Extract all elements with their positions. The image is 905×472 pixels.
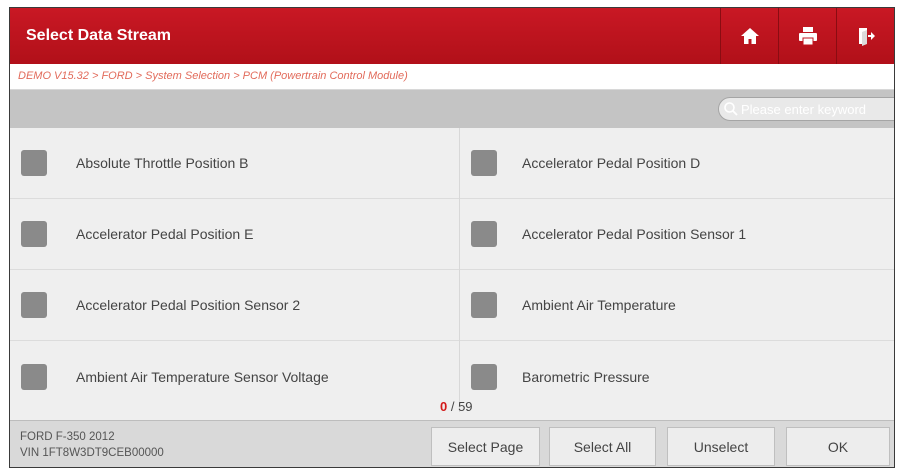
select-page-button[interactable]: Select Page (431, 427, 540, 466)
list-item-label: Accelerator Pedal Position D (522, 155, 701, 171)
list-item-label: Ambient Air Temperature Sensor Voltage (76, 368, 329, 385)
checkbox[interactable] (471, 292, 497, 318)
select-all-button[interactable]: Select All (549, 427, 656, 466)
ok-button[interactable]: OK (786, 427, 890, 466)
checkbox[interactable] (21, 292, 47, 318)
exit-icon (858, 28, 875, 46)
search-input[interactable] (739, 101, 894, 117)
list-item[interactable]: Accelerator Pedal Position E (10, 199, 459, 270)
list-item[interactable]: Absolute Throttle Position B (10, 128, 459, 199)
breadcrumb[interactable]: DEMO V15.32 > FORD > System Selection > … (10, 64, 894, 90)
checkbox[interactable] (21, 150, 47, 176)
footer-bar: FORD F-350 2012 VIN 1FT8W3DT9CEB00000 Se… (10, 420, 894, 467)
home-icon (740, 28, 759, 44)
list-item-label: Barometric Pressure (522, 368, 650, 385)
print-button[interactable] (778, 8, 836, 64)
unselect-button[interactable]: Unselect (667, 427, 775, 466)
list-item-label: Ambient Air Temperature (522, 297, 676, 313)
search-box[interactable] (718, 97, 894, 121)
checkbox[interactable] (21, 221, 47, 247)
list-item-label: Accelerator Pedal Position E (76, 226, 254, 242)
checkbox[interactable] (471, 221, 497, 247)
counter-separator: / (447, 399, 459, 414)
list-item-label: Accelerator Pedal Position Sensor 1 (522, 226, 747, 242)
list-item-label: Accelerator Pedal Position Sensor 2 (76, 297, 301, 313)
exit-button[interactable] (836, 8, 894, 64)
vehicle-vin: VIN 1FT8W3DT9CEB00000 (20, 447, 164, 459)
search-bar (10, 90, 894, 128)
list-item[interactable]: Barometric Pressure (460, 341, 894, 412)
print-icon (798, 27, 817, 46)
total-count: 59 (458, 399, 473, 414)
page-title: Select Data Stream (26, 27, 171, 44)
checkbox[interactable] (471, 150, 497, 176)
list-item[interactable]: Accelerator Pedal Position Sensor 1 (460, 199, 894, 270)
selection-counter: 0 / 59 (440, 399, 473, 414)
list-item[interactable]: Ambient Air Temperature (460, 270, 894, 341)
vehicle-model: FORD F-350 2012 (20, 431, 115, 443)
checkbox[interactable] (471, 363, 497, 390)
list-item-label: Absolute Throttle Position B (76, 155, 249, 171)
vehicle-info: FORD F-350 2012 VIN 1FT8W3DT9CEB00000 (20, 429, 164, 461)
list-item[interactable]: Accelerator Pedal Position Sensor 2 (10, 270, 459, 341)
list-item[interactable]: Ambient Air Temperature Sensor Voltage (10, 341, 459, 412)
title-bar: Select Data Stream (10, 8, 894, 64)
list-item[interactable]: Accelerator Pedal Position D (460, 128, 894, 199)
column-divider (459, 128, 460, 412)
app-window: Select Data Stream DEMO V15.32 > FORD > … (9, 7, 895, 468)
search-icon (724, 102, 738, 116)
checkbox[interactable] (21, 363, 47, 390)
home-button[interactable] (720, 8, 778, 64)
data-stream-list: Absolute Throttle Position B Accelerator… (10, 128, 894, 420)
